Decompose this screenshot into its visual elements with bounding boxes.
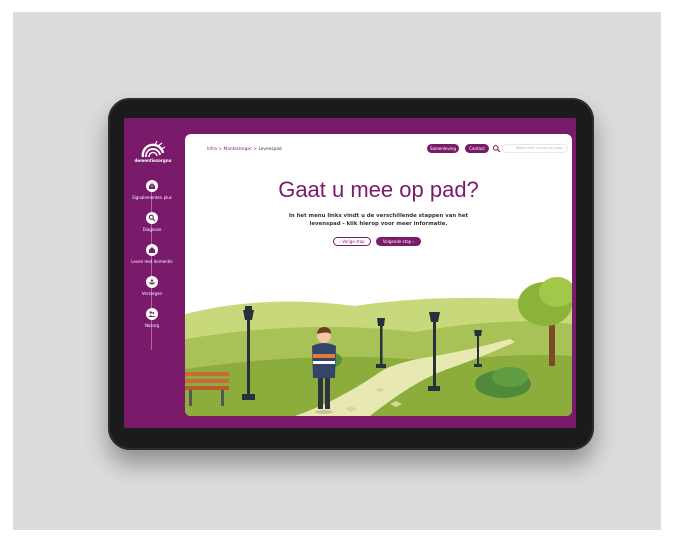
sidebar-item-label: Nazorg: [144, 323, 160, 328]
magnifier-icon: [146, 212, 158, 224]
landscape-illustration: [185, 277, 572, 416]
page-title: Gaat u mee op pad?: [278, 177, 479, 202]
sidebar-item-diagnose[interactable]: Diagnose: [124, 212, 180, 232]
breadcrumb-separator-icon: >: [253, 147, 257, 152]
breadcrumb-item-home[interactable]: Infra: [207, 147, 217, 152]
breadcrumb-item-current: Levenspad: [258, 147, 282, 152]
sidebar-item-leven-met-dementie[interactable]: Leven met dementie: [124, 244, 180, 264]
breadcrumb: Infra > Mantelzorger > Levenspad: [207, 147, 282, 152]
search-icon[interactable]: [492, 144, 501, 153]
sidebar: dementiezorgnu Signalementen plus Diagno…: [124, 118, 180, 428]
tablet-screen: dementiezorgnu Signalementen plus Diagno…: [124, 118, 576, 428]
breadcrumb-item-mantelzorger[interactable]: Mantelzorger: [224, 147, 252, 152]
sidebar-item-label: Diagnose: [142, 227, 162, 232]
sidebar-item-nazorg[interactable]: Nazorg: [124, 308, 180, 328]
brand-logo-icon: [141, 140, 166, 158]
breadcrumb-separator-icon: >: [218, 147, 223, 152]
hands-icon: [146, 276, 158, 288]
sidebar-item-label: Verzorgen: [141, 291, 163, 296]
house-exclamation-icon: [146, 180, 158, 192]
sidebar-item-signalementen[interactable]: Signalementen plus: [124, 180, 180, 200]
contact-button[interactable]: Contact: [465, 144, 489, 153]
brand-logo-text: dementiezorgnu: [134, 158, 172, 163]
house-icon: [146, 244, 158, 256]
sidebar-item-label: Leven met dementie: [131, 259, 173, 264]
main-panel: Infra > Mantelzorger > Levenspad Samenleving…: [185, 134, 572, 416]
sidebar-item-verzorgen[interactable]: Verzorgen: [124, 276, 180, 296]
top-bar: Infra > Mantelzorger > Levenspad Samenleving…: [185, 134, 572, 158]
intro-text: In het menu links vindt u de verschillen…: [288, 213, 469, 227]
sidebar-item-label: Signalementen plus: [132, 195, 172, 200]
search-input[interactable]: Waar bent u naar op zoek...: [502, 144, 568, 153]
samenleving-button[interactable]: Samenleving: [427, 144, 459, 153]
people-icon: [146, 308, 158, 320]
